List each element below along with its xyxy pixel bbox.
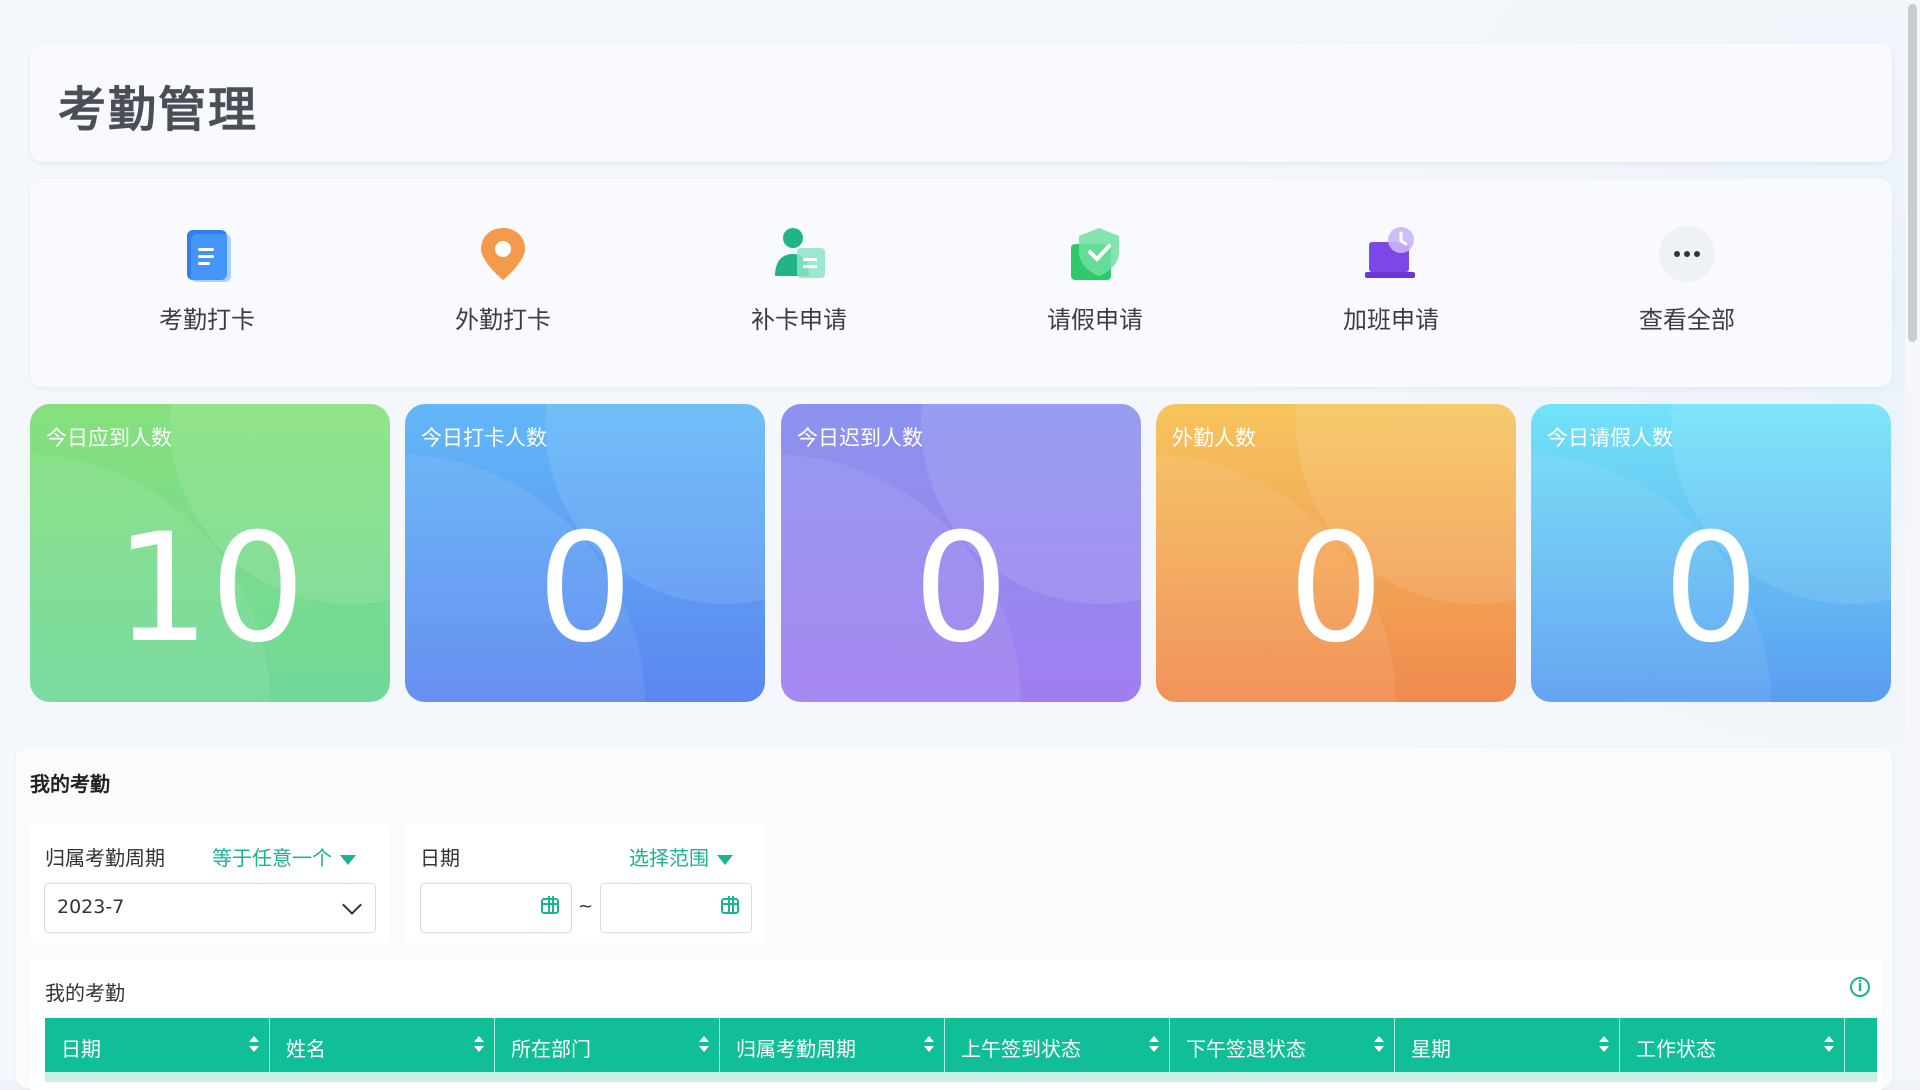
stat-title: 外勤人数	[1172, 426, 1256, 450]
app-label: 考勤打卡	[159, 306, 255, 334]
app-label: 加班申请	[1343, 306, 1439, 334]
stat-card-checked-in: 今日打卡人数 0	[405, 404, 765, 702]
sort-icon[interactable]	[474, 1036, 484, 1054]
stat-value: 0	[537, 502, 633, 676]
app-label: 外勤打卡	[455, 306, 551, 334]
column-header-weekday[interactable]: 星期	[1395, 1018, 1620, 1072]
laptop-clock-icon	[1361, 224, 1421, 284]
column-header-label: 归属考勤周期	[736, 1037, 856, 1061]
date-filter-label: 日期	[420, 846, 460, 870]
period-filter-label: 归属考勤周期	[45, 846, 165, 870]
stat-value: 10	[114, 502, 306, 676]
header-card	[30, 44, 1892, 162]
column-header-name[interactable]: 姓名	[270, 1018, 495, 1072]
app-checkin[interactable]: 考勤打卡	[127, 224, 287, 344]
date-operator-dropdown[interactable]: 选择范围	[629, 842, 733, 871]
date-range-separator: ~	[578, 896, 594, 917]
stat-card-late: 今日迟到人数 0	[781, 404, 1141, 702]
checkin-doc-icon	[177, 224, 237, 284]
page-scrollbar[interactable]	[1905, 0, 1920, 1080]
sort-icon[interactable]	[1374, 1036, 1384, 1054]
column-header-label: 所在部门	[511, 1037, 591, 1061]
app-leave-request[interactable]: 请假申请	[1015, 224, 1175, 344]
table-row[interactable]	[45, 1072, 1877, 1082]
column-header-label: 星期	[1411, 1037, 1451, 1061]
table-title: 我的考勤	[45, 981, 125, 1005]
column-header-date[interactable]: 日期	[45, 1018, 270, 1072]
period-operator-dropdown[interactable]: 等于任意一个	[212, 842, 356, 871]
column-header-label: 上午签到状态	[961, 1037, 1081, 1061]
period-select[interactable]: 2023-7	[44, 883, 376, 933]
column-header-pm-status[interactable]: 下午签退状态	[1170, 1018, 1395, 1072]
app-view-all[interactable]: 查看全部	[1607, 224, 1767, 344]
caret-down-icon	[340, 854, 356, 865]
scrollbar-thumb[interactable]	[1908, 4, 1917, 342]
sort-icon[interactable]	[249, 1036, 259, 1054]
stat-title: 今日请假人数	[1547, 426, 1673, 450]
more-dots-icon	[1657, 224, 1717, 284]
column-header-am-status[interactable]: 上午签到状态	[945, 1018, 1170, 1072]
caret-down-icon	[717, 854, 733, 865]
date-end-input[interactable]	[600, 883, 752, 933]
app-field-checkin[interactable]: 外勤打卡	[423, 224, 583, 344]
column-header-period[interactable]: 归属考勤周期	[720, 1018, 945, 1072]
column-header-label: 日期	[61, 1037, 101, 1061]
app-label: 查看全部	[1639, 306, 1735, 334]
calendar-icon[interactable]	[721, 896, 739, 914]
stat-value: 0	[1663, 502, 1759, 676]
calendar-icon[interactable]	[541, 896, 559, 914]
stat-title: 今日打卡人数	[421, 426, 547, 450]
stat-card-leave: 今日请假人数 0	[1531, 404, 1891, 702]
date-start-input[interactable]	[420, 883, 572, 933]
stat-title: 今日迟到人数	[797, 426, 923, 450]
shield-check-icon	[1065, 224, 1125, 284]
stat-value: 0	[913, 502, 1009, 676]
column-header-label: 下午签退状态	[1186, 1037, 1306, 1061]
sort-icon[interactable]	[924, 1036, 934, 1054]
stat-value: 0	[1288, 502, 1384, 676]
chevron-down-icon	[342, 895, 362, 915]
column-header-department[interactable]: 所在部门	[495, 1018, 720, 1072]
location-pin-icon	[473, 224, 533, 284]
user-card-icon	[769, 224, 829, 284]
sort-icon[interactable]	[1824, 1036, 1834, 1054]
stat-card-field: 外勤人数 0	[1156, 404, 1516, 702]
info-icon[interactable]: i	[1850, 977, 1870, 997]
column-header-work-status[interactable]: 工作状态	[1620, 1018, 1845, 1072]
app-overtime-request[interactable]: 加班申请	[1311, 224, 1471, 344]
column-header-label: 姓名	[286, 1037, 326, 1061]
app-label: 补卡申请	[751, 306, 847, 334]
app-label: 请假申请	[1047, 306, 1143, 334]
table-header: 日期 姓名 所在部门 归属考勤周期 上午签到状态 下午签退状态 星期 工作状态	[45, 1018, 1877, 1072]
app-makeup-request[interactable]: 补卡申请	[719, 224, 879, 344]
period-select-value: 2023-7	[57, 896, 125, 918]
date-operator-label: 选择范围	[629, 846, 709, 870]
stat-title: 今日应到人数	[46, 426, 172, 450]
section-title: 我的考勤	[30, 772, 110, 796]
page-title: 考勤管理	[58, 82, 259, 138]
sort-icon[interactable]	[1149, 1036, 1159, 1054]
column-header-label: 工作状态	[1636, 1037, 1716, 1061]
sort-icon[interactable]	[1599, 1036, 1609, 1054]
stat-card-expected: 今日应到人数 10	[30, 404, 390, 702]
period-operator-label: 等于任意一个	[212, 846, 332, 870]
sort-icon[interactable]	[699, 1036, 709, 1054]
